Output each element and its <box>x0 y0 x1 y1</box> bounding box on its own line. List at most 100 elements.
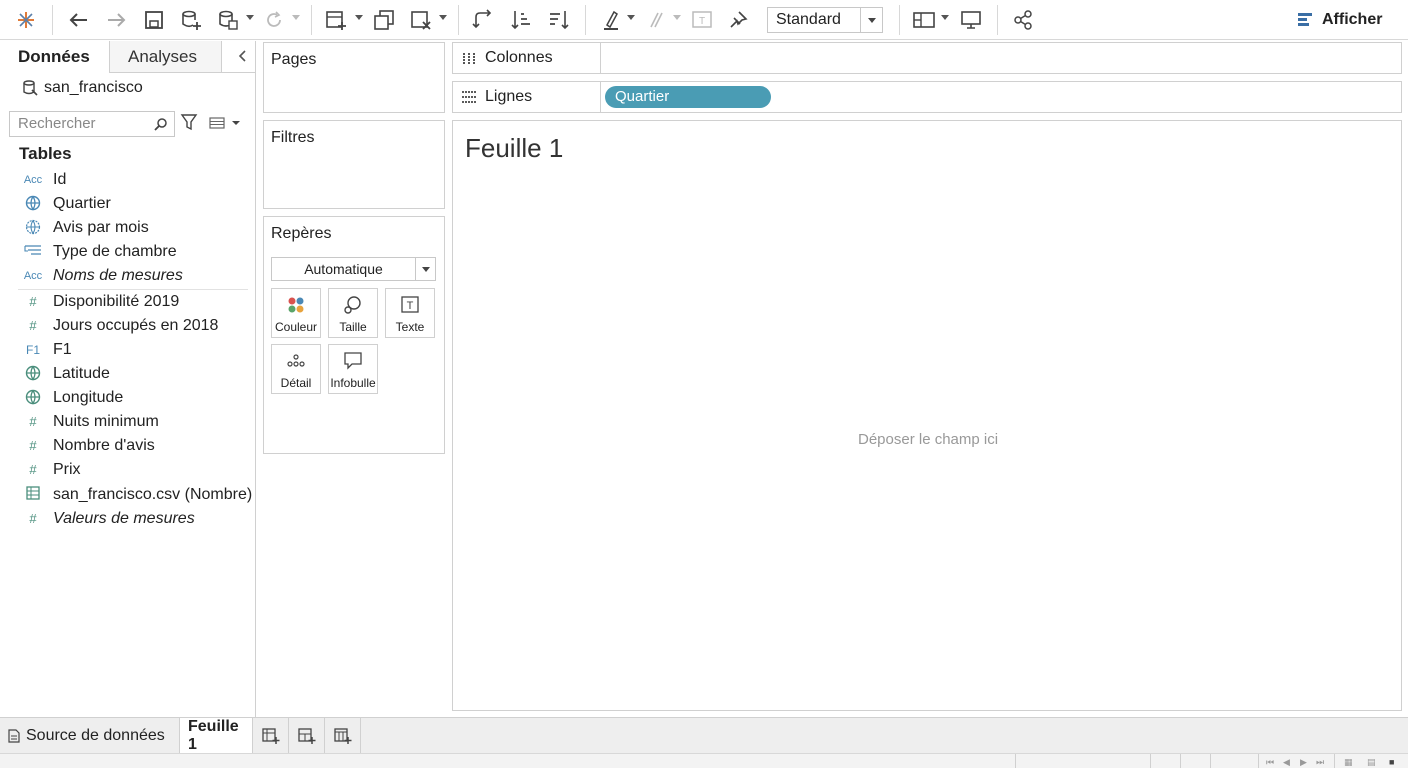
search-input[interactable]: Rechercher <box>9 111 175 137</box>
new-worksheet-icon[interactable] <box>253 718 289 753</box>
first-sheet-icon[interactable]: ⏮ <box>1266 757 1274 768</box>
redo-icon[interactable] <box>103 7 129 33</box>
new-story-icon[interactable] <box>325 718 361 753</box>
new-datasource-icon[interactable] <box>178 7 204 33</box>
sort-descending-icon[interactable] <box>546 7 572 33</box>
tooltip-label: Infobulle <box>330 376 376 390</box>
pane-tabs: Données Analyses <box>0 41 256 73</box>
text-button[interactable]: T Texte <box>385 288 435 338</box>
field-longitude[interactable]: Longitude <box>0 387 256 409</box>
field-type-de-chambre[interactable]: Type de chambre <box>0 241 256 263</box>
field-label: Noms de mesures <box>53 267 183 284</box>
field-disponibilite-2019[interactable]: # Disponibilité 2019 <box>0 291 256 313</box>
field-valeurs-de-mesures[interactable]: # Valeurs de mesures <box>0 508 256 530</box>
refresh-dropdown-caret[interactable] <box>292 15 300 20</box>
field-label: Prix <box>53 461 81 478</box>
dimensions-measures-divider <box>18 289 248 290</box>
rows-label: Lignes <box>485 88 533 105</box>
field-nombre-d-avis[interactable]: # Nombre d'avis <box>0 435 256 457</box>
refresh-icon[interactable] <box>261 7 287 33</box>
field-noms-de-mesures[interactable]: Acc Noms de mesures <box>0 265 256 287</box>
string-type-icon: Acc <box>23 174 43 186</box>
highlight-dropdown-caret[interactable] <box>627 15 635 20</box>
number-type-icon: # <box>29 511 37 526</box>
detail-label: Détail <box>280 376 312 390</box>
tab-analyses[interactable]: Analyses <box>110 41 222 72</box>
columns-shelf[interactable]: Colonnes <box>452 42 1402 74</box>
clear-sheet-icon[interactable] <box>408 7 434 33</box>
detail-button[interactable]: Détail <box>271 344 321 394</box>
field-label: Quartier <box>53 195 111 212</box>
fit-select[interactable]: Standard <box>767 7 883 33</box>
view-list-icon[interactable] <box>208 115 244 135</box>
tab-donnees[interactable]: Données <box>0 41 110 73</box>
worksheet-view[interactable]: Feuille 1 Déposer le champ ici <box>452 120 1402 711</box>
duplicate-sheet-icon[interactable] <box>371 7 397 33</box>
rows-shelf[interactable]: Lignes Quartier <box>452 81 1402 113</box>
group-dropdown-caret[interactable] <box>673 15 681 20</box>
highlight-icon[interactable] <box>598 7 624 33</box>
pause-dropdown-caret[interactable] <box>246 15 254 20</box>
field-avis-par-mois[interactable]: Avis par mois <box>0 217 256 239</box>
field-quartier[interactable]: Quartier <box>0 193 256 215</box>
field-label: Valeurs de mesures <box>53 510 195 527</box>
save-icon[interactable] <box>141 7 167 33</box>
pages-card[interactable]: Pages <box>263 42 445 113</box>
filters-card[interactable]: Filtres <box>263 120 445 209</box>
filter-icon[interactable] <box>180 113 200 135</box>
mark-type-select[interactable]: Automatique <box>271 257 436 281</box>
clear-dropdown-caret[interactable] <box>439 15 447 20</box>
show-me-label: Afficher <box>1322 11 1383 28</box>
group-icon[interactable] <box>643 7 669 33</box>
next-sheet-icon[interactable]: ▶ <box>1300 757 1307 768</box>
status-divider <box>1210 754 1211 768</box>
tableau-logo-icon[interactable] <box>13 7 39 33</box>
new-sheet-icon[interactable] <box>323 7 349 33</box>
swap-icon[interactable] <box>470 7 496 33</box>
tooltip-button[interactable]: Infobulle <box>328 344 378 394</box>
color-label: Couleur <box>274 320 318 334</box>
tabs-view-icon[interactable]: ■ <box>1389 757 1394 767</box>
field-prix[interactable]: # Prix <box>0 459 256 481</box>
number-type-icon: # <box>29 414 37 429</box>
filmstrip-icon[interactable]: ▤ <box>1367 757 1376 768</box>
sheet-title[interactable]: Feuille 1 <box>465 133 563 164</box>
field-nuits-minimum[interactable]: # Nuits minimum <box>0 411 256 433</box>
pin-icon[interactable] <box>725 7 751 33</box>
datasource-tab-label: Source de données <box>26 726 165 744</box>
new-dashboard-icon[interactable] <box>289 718 325 753</box>
sort-ascending-icon[interactable] <box>508 7 534 33</box>
datasource-item[interactable]: san_francisco <box>22 77 143 99</box>
field-id[interactable]: Acc Id <box>0 169 256 191</box>
datasource-name: san_francisco <box>44 79 143 96</box>
chevron-down-icon[interactable] <box>415 258 435 280</box>
show-cards-dropdown-caret[interactable] <box>941 15 949 20</box>
field-label: Avis par mois <box>53 219 149 236</box>
field-record-count[interactable]: san_francisco.csv (Nombre) <box>0 484 256 506</box>
chevron-down-icon[interactable] <box>860 8 882 32</box>
presentation-icon[interactable] <box>958 7 984 33</box>
svg-text:T: T <box>407 300 414 312</box>
show-me-button[interactable]: Afficher <box>1298 8 1382 32</box>
new-sheet-dropdown-caret[interactable] <box>355 15 363 20</box>
globe-icon <box>22 389 44 407</box>
collapse-pane-icon[interactable] <box>234 47 252 67</box>
sheet-sorter-icon[interactable]: ▦ <box>1344 757 1353 768</box>
search-icon[interactable] <box>154 112 168 139</box>
tables-heading: Tables <box>19 144 72 163</box>
pause-updates-icon[interactable] <box>215 7 241 33</box>
color-button[interactable]: Couleur <box>271 288 321 338</box>
undo-icon[interactable] <box>66 7 92 33</box>
field-latitude[interactable]: Latitude <box>0 363 256 385</box>
prev-sheet-icon[interactable]: ◀ <box>1283 757 1290 768</box>
datasource-tab[interactable]: Source de données <box>0 718 180 753</box>
tab-feuille-1[interactable]: Feuille 1 <box>180 718 253 753</box>
size-button[interactable]: Taille <box>328 288 378 338</box>
quartier-pill[interactable]: Quartier <box>605 86 771 108</box>
last-sheet-icon[interactable]: ⏭ <box>1316 757 1324 768</box>
labels-icon[interactable]: T <box>689 7 715 33</box>
field-jours-occupes[interactable]: # Jours occupés en 2018 <box>0 315 256 337</box>
show-cards-icon[interactable] <box>911 7 937 33</box>
share-icon[interactable] <box>1010 7 1036 33</box>
field-f1[interactable]: F1 F1 <box>0 339 256 361</box>
